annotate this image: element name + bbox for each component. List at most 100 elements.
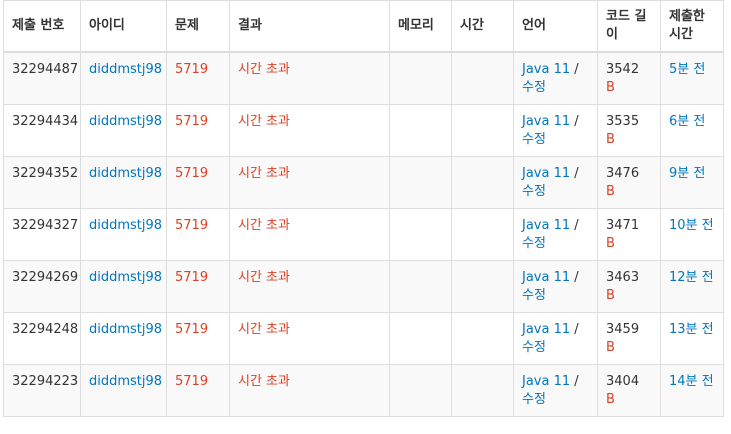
problem-link[interactable]: 5719 [175,374,208,389]
language-cell: Java 11 / 수정 [513,51,598,105]
language-link[interactable]: Java 11 [522,322,570,337]
language-cell: Java 11 / 수정 [513,207,598,261]
time-cell [451,259,514,313]
submission-id: 32294352 [3,155,81,209]
code-length-unit: B [606,183,615,199]
memory-cell [389,363,452,417]
language-link[interactable]: Java 11 [522,218,570,233]
time-cell [451,103,514,157]
submitted-cell: 5분 전 [660,51,724,105]
table-row: 32294248 diddmstj98 5719 시간 초과 Java 11 /… [3,311,724,365]
code-length-cell: 3476 B [597,155,661,209]
user-link[interactable]: diddmstj98 [89,270,162,285]
user-cell: diddmstj98 [80,155,167,209]
table-row: 32294352 diddmstj98 5719 시간 초과 Java 11 /… [3,155,724,209]
user-cell: diddmstj98 [80,51,167,105]
problem-link[interactable]: 5719 [175,114,208,129]
memory-cell [389,207,452,261]
language-separator: / [570,217,579,233]
code-length-value: 3463 [606,269,640,285]
code-length-value: 3542 [606,62,640,77]
language-separator: / [570,165,579,181]
submitted-time-link[interactable]: 14분 전 [669,374,714,389]
language-link[interactable]: Java 11 [522,62,570,77]
submitted-cell: 13분 전 [660,311,724,365]
table-row: 32294223 diddmstj98 5719 시간 초과 Java 11 /… [3,363,724,417]
header-problem: 문제 [166,0,230,53]
header-code-length: 코드 길이 [597,0,661,53]
submitted-time-link[interactable]: 12분 전 [669,270,714,285]
language-link[interactable]: Java 11 [522,374,570,389]
submitted-cell: 14분 전 [660,363,724,417]
submission-id: 32294327 [3,207,81,261]
header-submitted-time: 제출한 시간 [660,0,724,53]
table-row: 32294327 diddmstj98 5719 시간 초과 Java 11 /… [3,207,724,261]
edit-link[interactable]: 수정 [522,236,546,251]
user-link[interactable]: diddmstj98 [89,166,162,181]
time-cell [451,155,514,209]
submission-id: 32294269 [3,259,81,313]
code-length-cell: 3404 B [597,363,661,417]
memory-cell [389,259,452,313]
edit-link[interactable]: 수정 [522,392,546,407]
user-link[interactable]: diddmstj98 [89,62,162,77]
code-length-cell: 3463 B [597,259,661,313]
submitted-time-link[interactable]: 13분 전 [669,322,714,337]
user-cell: diddmstj98 [80,311,167,365]
header-language: 언어 [513,0,598,53]
table-row: 32294269 diddmstj98 5719 시간 초과 Java 11 /… [3,259,724,313]
result-cell: 시간 초과 [229,363,390,417]
user-link[interactable]: diddmstj98 [89,218,162,233]
header-time: 시간 [451,0,514,53]
user-cell: diddmstj98 [80,259,167,313]
result-text: 시간 초과 [238,269,290,285]
memory-cell [389,155,452,209]
memory-cell [389,103,452,157]
edit-link[interactable]: 수정 [522,340,546,355]
edit-link[interactable]: 수정 [522,288,546,303]
result-cell: 시간 초과 [229,207,390,261]
problem-link[interactable]: 5719 [175,270,208,285]
language-link[interactable]: Java 11 [522,114,570,129]
result-cell: 시간 초과 [229,51,390,105]
problem-link[interactable]: 5719 [175,62,208,77]
code-length-value: 3404 [606,373,640,389]
submission-id: 32294248 [3,311,81,365]
user-cell: diddmstj98 [80,103,167,157]
edit-link[interactable]: 수정 [522,80,546,95]
user-link[interactable]: diddmstj98 [89,374,162,389]
code-length-cell: 3471 B [597,207,661,261]
submitted-time-link[interactable]: 6분 전 [669,114,705,129]
submitted-time-link[interactable]: 5분 전 [669,62,705,77]
language-cell: Java 11 / 수정 [513,103,598,157]
code-length-cell: 3542 B [597,51,661,105]
memory-cell [389,311,452,365]
language-link[interactable]: Java 11 [522,270,570,285]
result-cell: 시간 초과 [229,155,390,209]
submitted-time-link[interactable]: 10분 전 [669,218,714,233]
table-header-row: 제출 번호 아이디 문제 결과 메모리 시간 언어 코드 길이 제출한 시간 [3,0,724,53]
submission-id: 32294487 [3,51,81,105]
problem-cell: 5719 [166,207,230,261]
problem-link[interactable]: 5719 [175,322,208,337]
result-text: 시간 초과 [238,113,290,129]
submitted-time-link[interactable]: 9분 전 [669,166,705,181]
time-cell [451,207,514,261]
problem-link[interactable]: 5719 [175,218,208,233]
language-link[interactable]: Java 11 [522,166,570,181]
language-separator: / [570,373,579,389]
user-link[interactable]: diddmstj98 [89,322,162,337]
problem-link[interactable]: 5719 [175,166,208,181]
result-cell: 시간 초과 [229,103,390,157]
problem-cell: 5719 [166,51,230,105]
user-link[interactable]: diddmstj98 [89,114,162,129]
time-cell [451,311,514,365]
time-cell [451,51,514,105]
edit-link[interactable]: 수정 [522,184,546,199]
edit-link[interactable]: 수정 [522,132,546,147]
code-length-value: 3459 [606,321,640,337]
user-cell: diddmstj98 [80,207,167,261]
language-cell: Java 11 / 수정 [513,311,598,365]
code-length-cell: 3459 B [597,311,661,365]
submission-id: 32294434 [3,103,81,157]
